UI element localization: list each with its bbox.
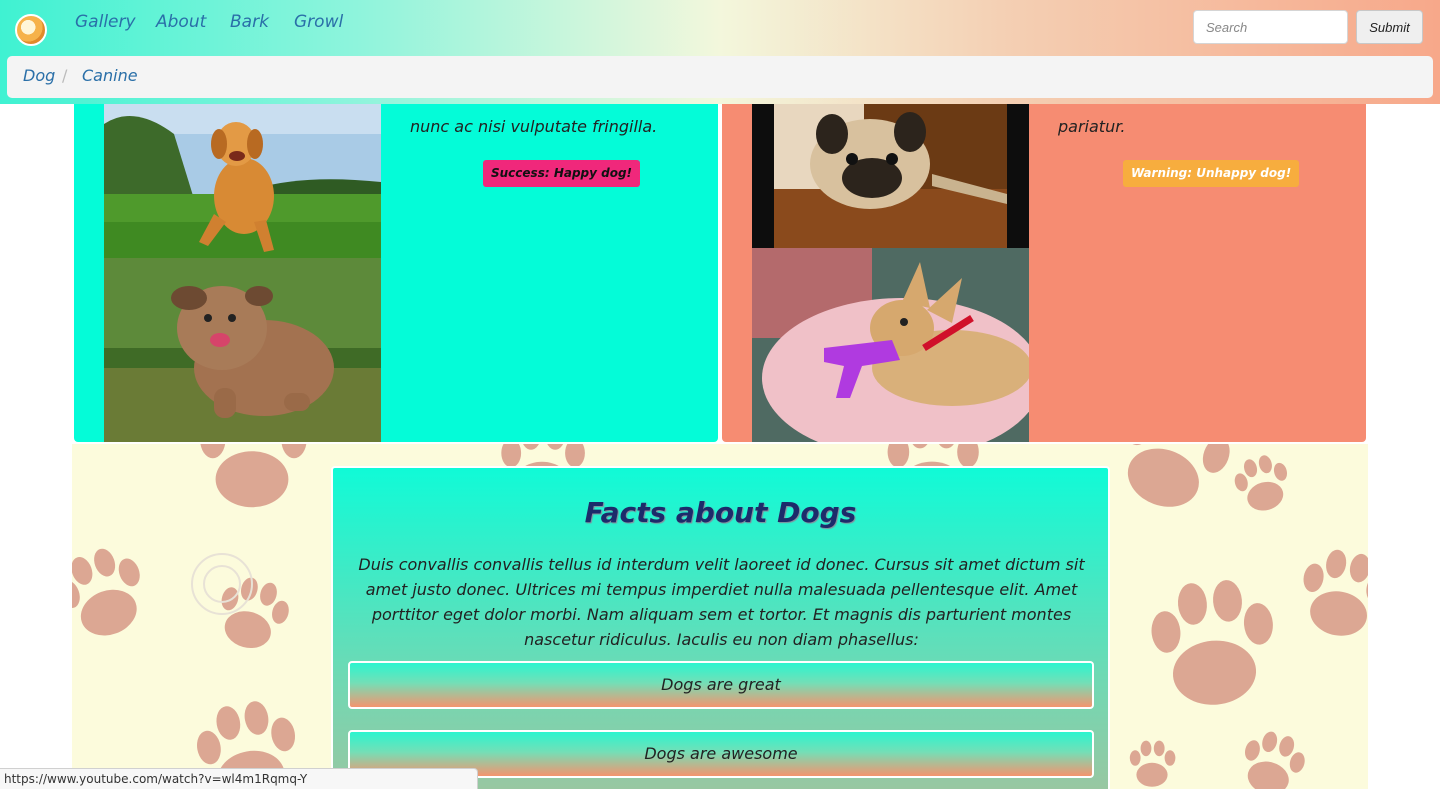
facts-body: Duis convallis convallis tellus id inter…	[358, 555, 1085, 649]
navbar: Gallery About Bark Growl Submit Dog / Ca…	[0, 0, 1440, 104]
sad-pug-photo	[752, 104, 1029, 248]
nav-link-growl[interactable]: Growl	[294, 12, 343, 32]
breadcrumb-separator: /	[62, 66, 68, 85]
unhappy-dog-card: pariatur. Warning: Unhappy dog!	[722, 104, 1366, 442]
chihuahua-photo	[752, 248, 1029, 442]
fact-button-great[interactable]: Dogs are great	[348, 661, 1094, 709]
breadcrumb: Dog / Canine	[7, 56, 1433, 98]
status-url-tooltip: https://www.youtube.com/watch?v=wl4m1Rqm…	[0, 768, 478, 789]
warning-badge: Warning: Unhappy dog!	[1123, 160, 1300, 187]
dog-logo-icon[interactable]	[15, 14, 47, 46]
facts-title: Facts about Dogs	[584, 496, 857, 529]
card-text-left: nunc ac nisi vulputate fringilla.	[410, 117, 658, 136]
happy-dog-card: nunc ac nisi vulputate fringilla. Succes…	[74, 104, 718, 442]
running-retriever-photo	[104, 104, 381, 258]
submit-button[interactable]: Submit	[1356, 10, 1423, 44]
facts-panel: Facts about Dogs Duis convallis convalli…	[331, 466, 1110, 789]
nav-link-gallery[interactable]: Gallery	[75, 12, 136, 32]
breadcrumb-item-dog[interactable]: Dog	[23, 66, 55, 85]
success-badge: Success: Happy dog!	[483, 160, 641, 187]
nav-link-about[interactable]: About	[156, 12, 206, 32]
fluffy-dog-photo	[104, 258, 381, 442]
breadcrumb-item-canine[interactable]: Canine	[82, 66, 138, 85]
nav-link-bark[interactable]: Bark	[230, 12, 269, 32]
search-input[interactable]	[1193, 10, 1348, 44]
card-text-right: pariatur.	[1058, 117, 1126, 136]
